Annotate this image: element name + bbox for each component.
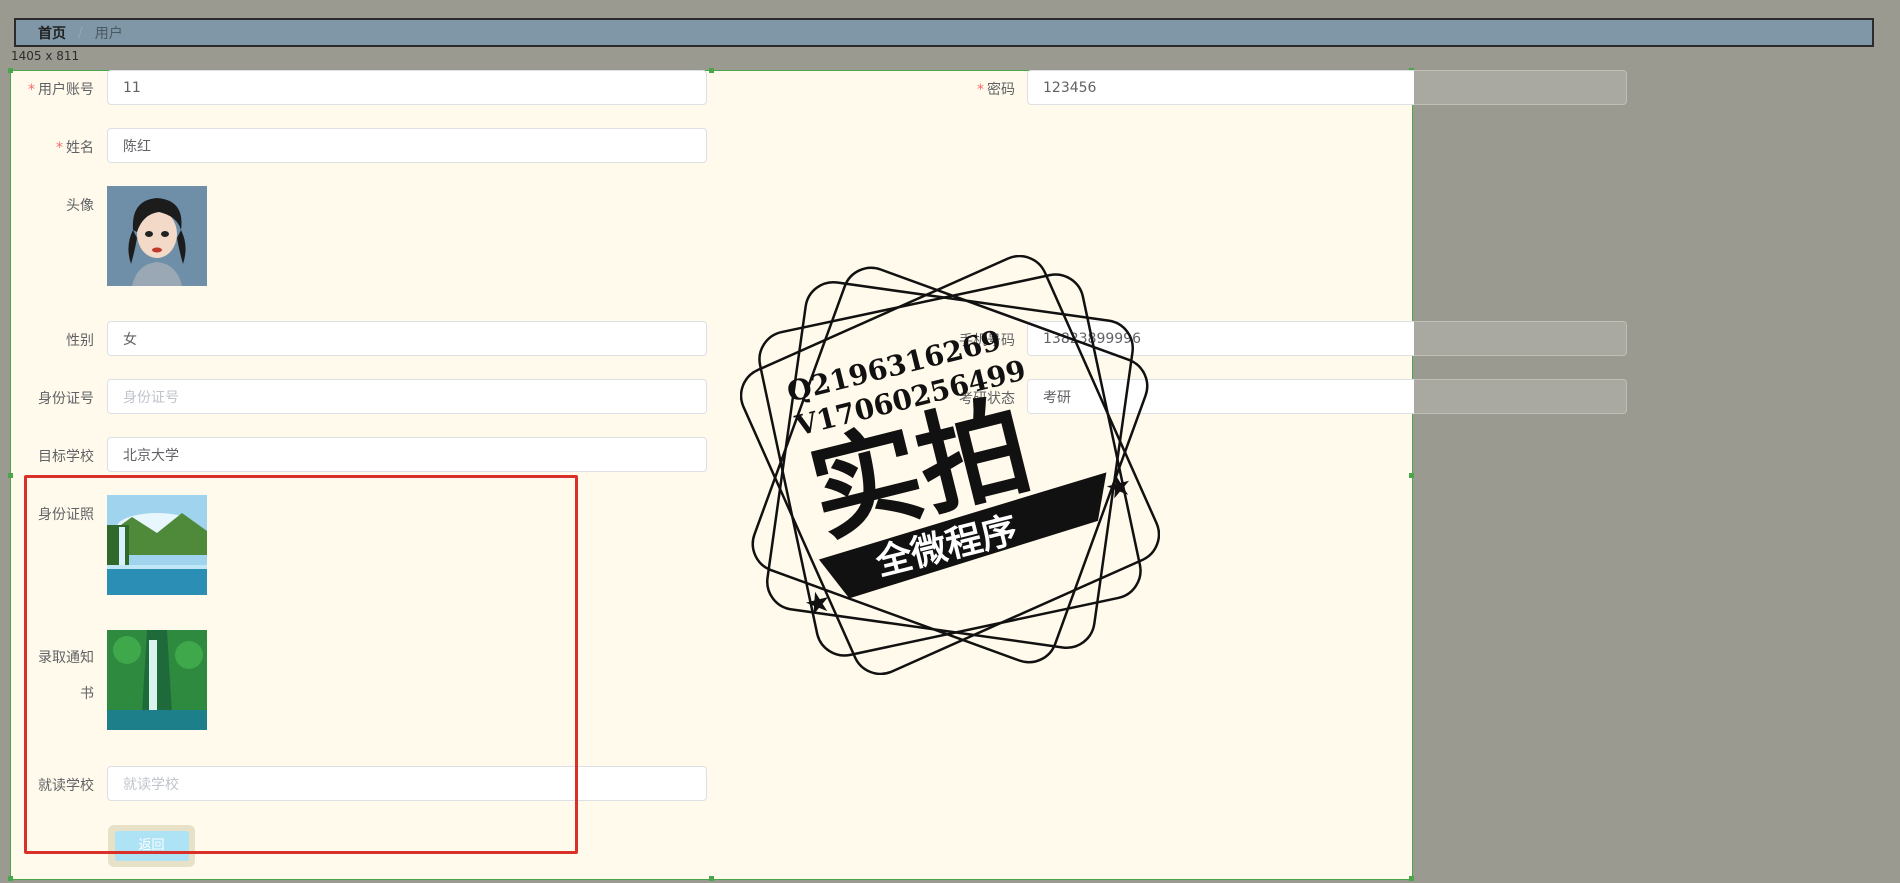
resize-handle[interactable] [8,876,13,881]
name-label: * 姓名 [56,140,94,156]
status-field-overflow [1414,379,1627,414]
resize-handle[interactable] [8,473,13,478]
password-label: * 密码 [977,82,1015,98]
target-school-field[interactable]: 北京大学 [107,437,707,472]
breadcrumb-current: 用户 [94,25,123,42]
phone-field-overflow [1414,321,1627,356]
account-field[interactable]: 11 [107,70,707,105]
breadcrumb-home[interactable]: 首页 [38,23,66,43]
watermark-stamp: Q2196316269 V17060256499 实拍 全微程序 ★ ★ [739,254,1161,679]
resize-handle[interactable] [1409,473,1414,478]
breadcrumb: 首页 / 用户 [14,18,1874,47]
svg-text:★: ★ [801,583,836,623]
name-field[interactable]: 陈红 [107,128,707,163]
highlight-box [24,475,578,854]
resize-handle[interactable] [8,68,13,73]
id-number-field[interactable]: 身份证号 [107,379,707,414]
gender-label: 性别 [66,333,94,349]
target-school-label: 目标学校 [38,449,94,465]
resize-handle[interactable] [1409,876,1414,881]
avatar-label: 头像 [66,198,94,214]
password-field[interactable]: 123456 [1027,70,1414,105]
dimension-label: 1405 x 811 [11,49,80,63]
password-field-overflow [1414,70,1627,105]
account-label: * 用户账号 [28,82,94,98]
breadcrumb-separator: / [78,24,83,41]
resize-handle[interactable] [709,876,714,881]
id-number-label: 身份证号 [38,391,94,407]
gender-field[interactable]: 女 [107,321,707,356]
resize-handle[interactable] [709,68,714,73]
avatar-image[interactable] [107,186,207,286]
